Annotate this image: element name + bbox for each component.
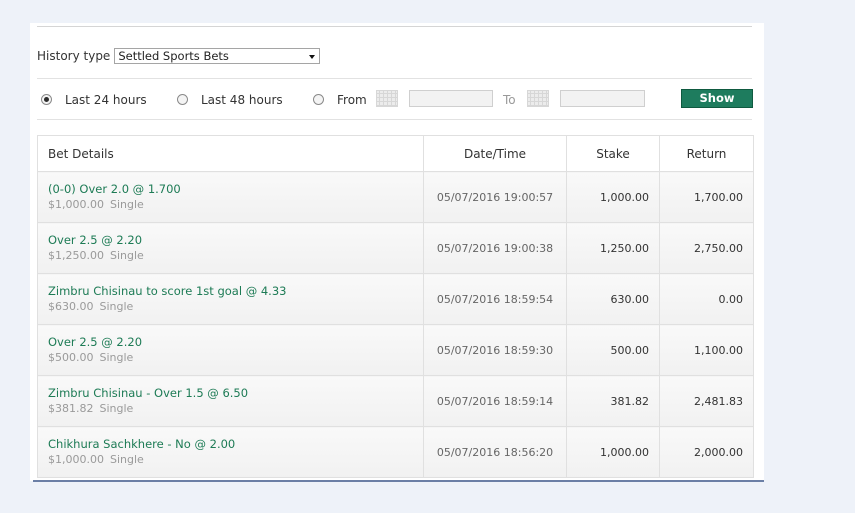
radio-from[interactable] xyxy=(313,94,324,105)
bet-return: 0.00 xyxy=(659,273,754,325)
bet-description-link[interactable]: Over 2.5 @ 2.20 xyxy=(48,233,413,248)
bet-date-time: 05/07/2016 19:00:57 xyxy=(423,171,567,223)
bet-history-panel: History type Settled Sports Bets Last 24… xyxy=(30,23,764,481)
bet-details-cell: Over 2.5 @ 2.20 $500.00 Single xyxy=(37,324,424,376)
bet-stake: 1,000.00 xyxy=(566,171,660,223)
header-stake: Stake xyxy=(566,135,660,172)
to-calendar-icon[interactable] xyxy=(527,90,549,107)
header-return: Return xyxy=(659,135,754,172)
bet-details-cell: Zimbru Chisinau to score 1st goal @ 4.33… xyxy=(37,273,424,325)
bet-type: Single xyxy=(109,453,144,466)
panel-bottom-border xyxy=(33,480,764,482)
table-row: Zimbru Chisinau - Over 1.5 @ 6.50 $381.8… xyxy=(37,375,754,427)
bet-return: 2,000.00 xyxy=(659,426,754,478)
table-top-divider xyxy=(37,119,752,120)
bet-date-time: 05/07/2016 18:59:54 xyxy=(423,273,567,325)
table-row: Zimbru Chisinau to score 1st goal @ 4.33… xyxy=(37,273,754,325)
bet-date-time: 05/07/2016 18:59:30 xyxy=(423,324,567,376)
history-type-row: History type Settled Sports Bets xyxy=(37,47,321,65)
bet-description-link[interactable]: Chikhura Sachkhere - No @ 2.00 xyxy=(48,437,413,452)
bet-description-link[interactable]: Zimbru Chisinau to score 1st goal @ 4.33 xyxy=(48,284,413,299)
bet-stake: 500.00 xyxy=(566,324,660,376)
bet-type: Single xyxy=(99,402,134,415)
bet-date-time: 05/07/2016 19:00:38 xyxy=(423,222,567,274)
history-type-label: History type xyxy=(37,49,111,63)
bet-details-cell: (0-0) Over 2.0 @ 1.700 $1,000.00 Single xyxy=(37,171,424,223)
bet-return: 2,750.00 xyxy=(659,222,754,274)
bet-return: 1,700.00 xyxy=(659,171,754,223)
label-from[interactable]: From xyxy=(337,93,367,107)
history-type-value: Settled Sports Bets xyxy=(118,49,229,63)
bet-amount: $381.82 xyxy=(48,402,94,415)
radio-last-48-hours[interactable] xyxy=(177,94,188,105)
radio-last-24-hours[interactable] xyxy=(41,94,52,105)
bet-details-cell: Zimbru Chisinau - Over 1.5 @ 6.50 $381.8… xyxy=(37,375,424,427)
table-row: Chikhura Sachkhere - No @ 2.00 $1,000.00… xyxy=(37,426,754,478)
filters-divider xyxy=(37,78,752,79)
to-date-input[interactable] xyxy=(560,90,645,107)
label-last-24-hours[interactable]: Last 24 hours xyxy=(65,93,147,107)
bet-type: Single xyxy=(109,198,144,211)
bet-type: Single xyxy=(99,351,134,364)
bet-amount: $500.00 xyxy=(48,351,94,364)
bet-return: 1,100.00 xyxy=(659,324,754,376)
top-divider xyxy=(37,26,752,27)
show-button[interactable]: Show xyxy=(681,89,753,108)
bet-amount: $1,000.00 xyxy=(48,198,104,211)
to-label: To xyxy=(503,93,516,107)
date-range-row: Last 24 hours Last 48 hours From To Show xyxy=(37,89,753,111)
bet-return: 2,481.83 xyxy=(659,375,754,427)
bet-description-link[interactable]: Zimbru Chisinau - Over 1.5 @ 6.50 xyxy=(48,386,413,401)
table-row: Over 2.5 @ 2.20 $1,250.00 Single 05/07/20… xyxy=(37,222,754,274)
bet-description-link[interactable]: (0-0) Over 2.0 @ 1.700 xyxy=(48,182,413,197)
bet-date-time: 05/07/2016 18:56:20 xyxy=(423,426,567,478)
bet-stake: 1,250.00 xyxy=(566,222,660,274)
header-bet-details: Bet Details xyxy=(37,135,424,172)
bet-amount: $630.00 xyxy=(48,300,94,313)
bet-type: Single xyxy=(99,300,134,313)
label-last-48-hours[interactable]: Last 48 hours xyxy=(201,93,283,107)
bet-history-table: Bet Details Date/Time Stake Return (0-0)… xyxy=(37,135,754,478)
chevron-down-icon xyxy=(309,55,316,59)
bet-description-link[interactable]: Over 2.5 @ 2.20 xyxy=(48,335,413,350)
table-row: Over 2.5 @ 2.20 $500.00 Single 05/07/2016… xyxy=(37,324,754,376)
bet-stake: 630.00 xyxy=(566,273,660,325)
bet-stake: 1,000.00 xyxy=(566,426,660,478)
bet-amount: $1,000.00 xyxy=(48,453,104,466)
table-header-row: Bet Details Date/Time Stake Return xyxy=(37,135,754,172)
history-type-select[interactable]: Settled Sports Bets xyxy=(114,48,321,64)
bet-amount: $1,250.00 xyxy=(48,249,104,262)
bet-stake: 381.82 xyxy=(566,375,660,427)
from-date-input[interactable] xyxy=(409,90,493,107)
header-date-time: Date/Time xyxy=(423,135,567,172)
bet-details-cell: Over 2.5 @ 2.20 $1,250.00 Single xyxy=(37,222,424,274)
bet-date-time: 05/07/2016 18:59:14 xyxy=(423,375,567,427)
bet-details-cell: Chikhura Sachkhere - No @ 2.00 $1,000.00… xyxy=(37,426,424,478)
from-calendar-icon[interactable] xyxy=(376,90,398,107)
bet-type: Single xyxy=(109,249,144,262)
table-row: (0-0) Over 2.0 @ 1.700 $1,000.00 Single 0… xyxy=(37,171,754,223)
